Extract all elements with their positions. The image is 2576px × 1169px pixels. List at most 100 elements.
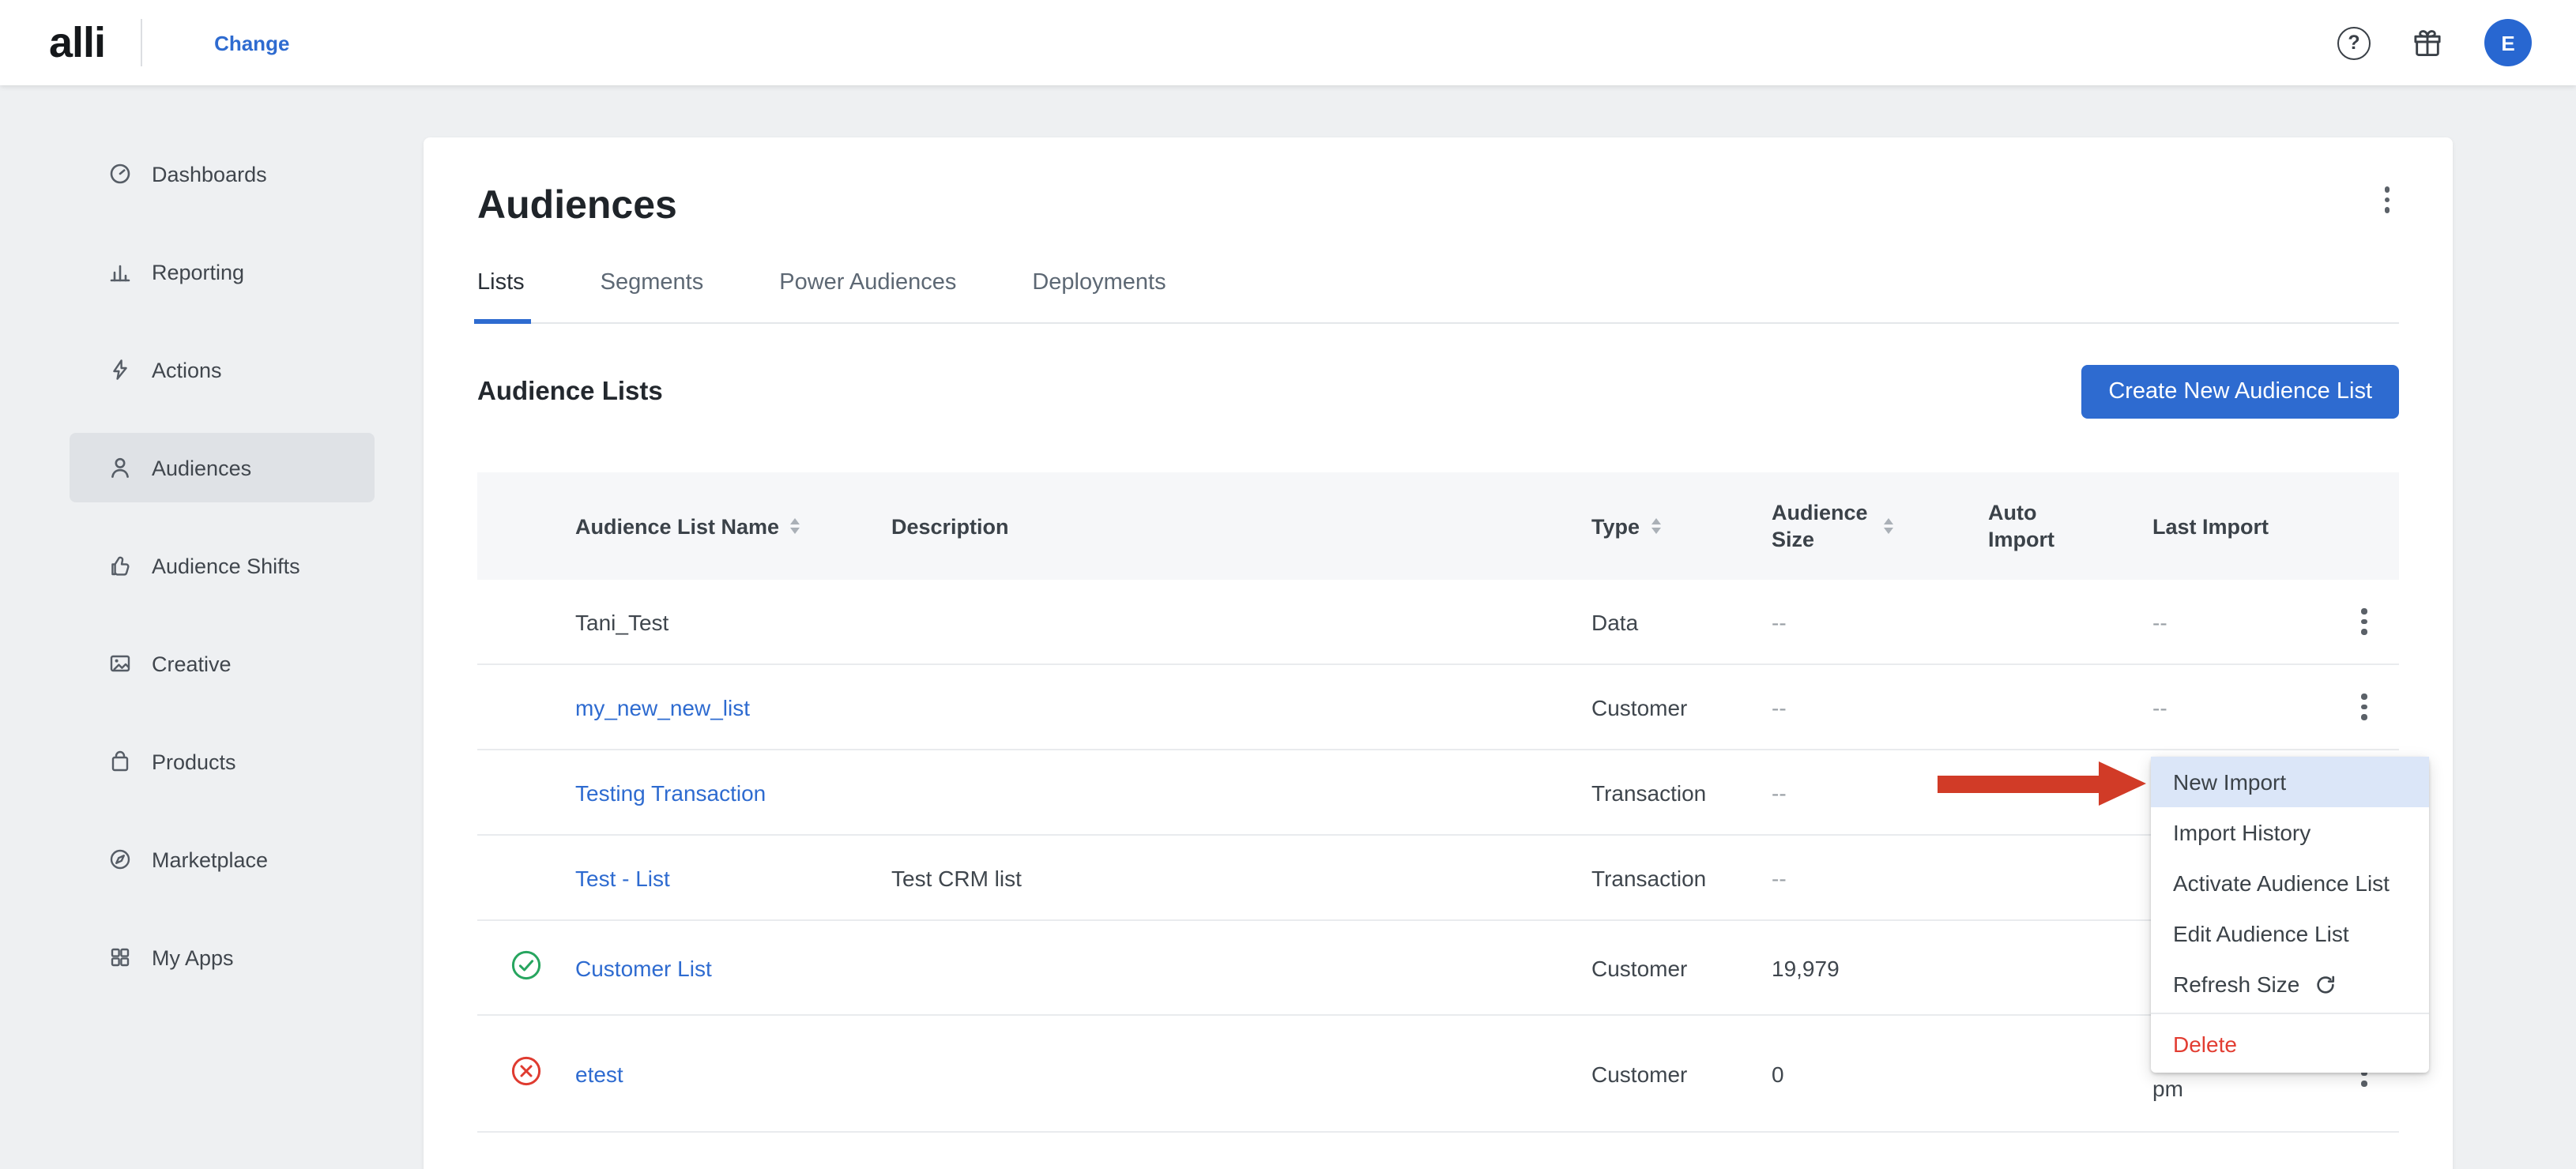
- sidebar: Dashboards Reporting Actions Audiences: [0, 85, 424, 1169]
- tab-bar: Lists Segments Power Audiences Deploymen…: [477, 270, 2399, 324]
- table-row: Customer List Customer 19,979: [477, 921, 2399, 1016]
- audience-list-name-link[interactable]: etest: [575, 1061, 623, 1086]
- topbar: alli Change ? E: [0, 0, 2576, 85]
- tab-segments[interactable]: Segments: [601, 270, 704, 322]
- audience-size-cell: 19,979: [1772, 955, 1840, 980]
- app-root: alli Change ? E Dash: [0, 0, 2576, 1169]
- header-last-import: Last Import: [2152, 514, 2329, 538]
- header-audience-size: Audience Size: [1772, 499, 1988, 553]
- refresh-icon: [2314, 972, 2337, 996]
- sidebar-item-label: Reporting: [152, 260, 244, 284]
- audience-list-name-link[interactable]: Testing Transaction: [575, 780, 766, 805]
- menu-item-edit-audience-list[interactable]: Edit Audience List: [2151, 908, 2429, 959]
- main-area: Audiences Lists Segments Power Audiences…: [424, 85, 2576, 1169]
- sidebar-item-my-apps[interactable]: My Apps: [70, 923, 375, 992]
- type-cell: Transaction: [1591, 780, 1706, 805]
- menu-item-import-history[interactable]: Import History: [2151, 807, 2429, 858]
- gift-icon[interactable]: [2412, 27, 2443, 58]
- header-description: Description: [891, 514, 1591, 538]
- sidebar-item-actions[interactable]: Actions: [70, 335, 375, 404]
- sidebar-item-label: Marketplace: [152, 848, 268, 871]
- alli-logo[interactable]: alli: [49, 18, 105, 67]
- type-cell: Customer: [1591, 955, 1687, 980]
- audience-size-cell: 0: [1772, 1061, 1784, 1086]
- audience-size-cell: --: [1772, 780, 1787, 805]
- sidebar-item-audiences[interactable]: Audiences: [70, 433, 375, 502]
- sidebar-item-dashboards[interactable]: Dashboards: [70, 139, 375, 209]
- x-circle-icon: [510, 1055, 542, 1092]
- table-row: etest Customer 0 04/27/22 12:54 pm: [477, 1016, 2399, 1133]
- table-row: Tani_Test Data -- --: [477, 580, 2399, 665]
- sidebar-item-reporting[interactable]: Reporting: [70, 237, 375, 306]
- header-audience-list-name: Audience List Name: [575, 514, 891, 538]
- header-type: Type: [1591, 514, 1772, 538]
- creative-icon: [107, 651, 133, 676]
- actions-icon: [107, 357, 133, 382]
- audience-size-cell: --: [1772, 609, 1787, 634]
- tab-deployments[interactable]: Deployments: [1032, 270, 1166, 322]
- sidebar-item-label: Creative: [152, 652, 232, 675]
- audiences-card: Audiences Lists Segments Power Audiences…: [424, 137, 2453, 1169]
- row-context-menu: New Import Import History Activate Audie…: [2151, 757, 2429, 1073]
- products-icon: [107, 749, 133, 774]
- audience-size-cell: --: [1772, 865, 1787, 890]
- audience-list-name-link[interactable]: Customer List: [575, 955, 712, 980]
- sort-icon[interactable]: [1651, 518, 1660, 535]
- sidebar-item-label: Audience Shifts: [152, 554, 300, 577]
- topbar-actions: ? E: [2337, 19, 2532, 66]
- section-row: Audience Lists Create New Audience List: [477, 365, 2399, 419]
- tab-power-audiences[interactable]: Power Audiences: [779, 270, 956, 322]
- sidebar-item-marketplace[interactable]: Marketplace: [70, 825, 375, 894]
- dashboards-icon: [107, 161, 133, 186]
- type-cell: Data: [1591, 609, 1638, 634]
- audience-size-cell: --: [1772, 694, 1787, 720]
- card-header: Audiences: [477, 179, 2399, 232]
- type-cell: Customer: [1591, 694, 1687, 720]
- create-new-audience-list-button[interactable]: Create New Audience List: [2081, 365, 2399, 419]
- content-layout: Dashboards Reporting Actions Audiences: [0, 85, 2576, 1169]
- table-row: my_new_new_list Customer -- --: [477, 665, 2399, 750]
- help-icon[interactable]: ?: [2337, 26, 2371, 59]
- menu-item-refresh-size[interactable]: Refresh Size: [2151, 959, 2429, 1009]
- card-overflow-menu-icon[interactable]: [2375, 179, 2399, 220]
- sidebar-item-creative[interactable]: Creative: [70, 629, 375, 698]
- sort-icon[interactable]: [790, 518, 800, 535]
- menu-item-activate-audience-list[interactable]: Activate Audience List: [2151, 858, 2429, 908]
- header-auto-import: Auto Import: [1988, 499, 2152, 553]
- user-avatar[interactable]: E: [2484, 19, 2532, 66]
- check-circle-icon: [510, 949, 542, 986]
- last-import-cell: --: [2152, 694, 2167, 720]
- sort-icon[interactable]: [1884, 518, 1893, 535]
- last-import-cell: --: [2152, 609, 2167, 634]
- description-cell: Test CRM list: [891, 865, 1022, 890]
- type-cell: Transaction: [1591, 865, 1706, 890]
- sidebar-item-audience-shifts[interactable]: Audience Shifts: [70, 531, 375, 600]
- sidebar-item-label: My Apps: [152, 945, 234, 969]
- my-apps-icon: [107, 945, 133, 970]
- reporting-icon: [107, 259, 133, 284]
- annotation-arrow: [1938, 761, 2146, 806]
- page-title: Audiences: [477, 179, 677, 232]
- row-overflow-menu-icon[interactable]: [2352, 601, 2377, 643]
- sidebar-item-label: Actions: [152, 358, 222, 382]
- audience-list-name-link[interactable]: Test - List: [575, 865, 670, 890]
- audience-list-name-link[interactable]: my_new_new_list: [575, 694, 750, 720]
- menu-item-delete[interactable]: Delete: [2151, 1013, 2429, 1073]
- section-title: Audience Lists: [477, 377, 663, 407]
- change-client-link[interactable]: Change: [214, 31, 289, 55]
- audience-list-name: Tani_Test: [575, 609, 668, 634]
- audiences-icon: [107, 455, 133, 480]
- menu-item-new-import[interactable]: New Import: [2151, 757, 2429, 807]
- tab-lists[interactable]: Lists: [477, 270, 525, 322]
- sidebar-item-label: Dashboards: [152, 162, 267, 186]
- marketplace-icon: [107, 847, 133, 872]
- row-overflow-menu-icon[interactable]: [2352, 686, 2377, 728]
- table-row: Test - List Test CRM list Transaction --: [477, 836, 2399, 921]
- sidebar-item-label: Products: [152, 750, 236, 773]
- sidebar-item-products[interactable]: Products: [70, 727, 375, 796]
- sidebar-item-label: Audiences: [152, 456, 251, 479]
- table-header-row: Audience List Name Description Type Audi…: [477, 472, 2399, 580]
- audience-shifts-icon: [107, 553, 133, 578]
- topbar-divider: [140, 19, 141, 66]
- type-cell: Customer: [1591, 1061, 1687, 1086]
